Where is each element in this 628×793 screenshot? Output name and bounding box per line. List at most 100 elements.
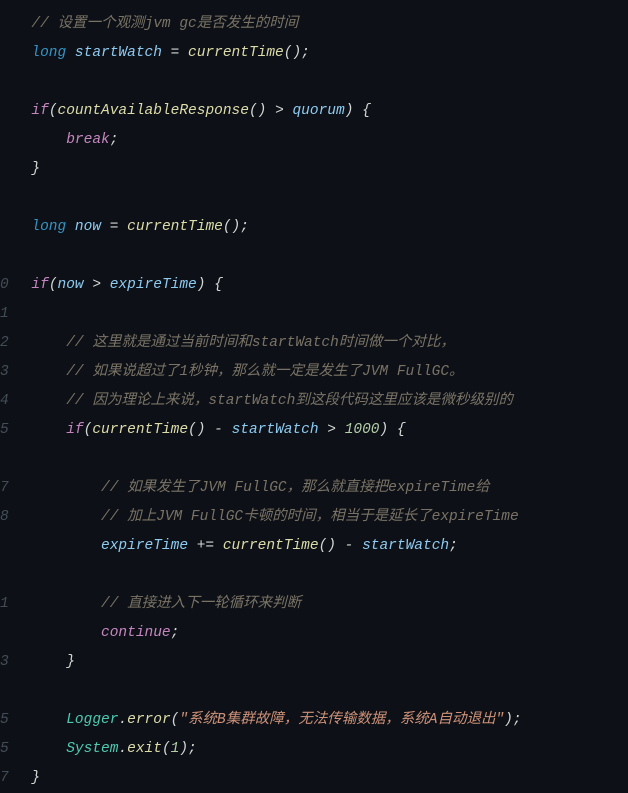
code-line[interactable]: // 因为理论上来说，startWatch到这段代码这里应该是微秒级别的 — [14, 387, 522, 416]
token: continue — [101, 625, 171, 641]
line-number — [0, 97, 8, 126]
token: "系统B集群故障，无法传输数据，系统A自动退出" — [179, 712, 504, 728]
token: currentTime — [223, 538, 319, 554]
token: break — [66, 132, 110, 148]
token: long — [31, 219, 66, 235]
token — [223, 422, 232, 438]
code-area[interactable]: // 设置一个观测jvm gc是否发生的时间 long startWatch =… — [14, 10, 522, 793]
token: startWatch — [362, 538, 449, 554]
code-line[interactable]: // 这里就是通过当前时间和startWatch时间做一个对比， — [14, 329, 522, 358]
token: > — [327, 422, 336, 438]
token — [101, 277, 110, 293]
code-editor[interactable]: 0123457813557 // 设置一个观测jvm gc是否发生的时间 lon… — [0, 0, 628, 793]
line-number: 5 — [0, 735, 8, 764]
token: ( — [49, 277, 58, 293]
line-number — [0, 445, 8, 474]
token: now — [58, 277, 84, 293]
token: ; — [110, 132, 119, 148]
token: startWatch — [75, 45, 162, 61]
line-number — [0, 39, 8, 68]
line-number: 3 — [0, 648, 8, 677]
code-line[interactable]: break; — [14, 126, 522, 155]
token: ) { — [197, 277, 223, 293]
code-line[interactable]: // 加上JVM FullGC卡顿的时间，相当于是延长了expireTime — [14, 503, 522, 532]
line-number — [0, 242, 8, 271]
code-line[interactable] — [14, 445, 522, 474]
token: - — [214, 422, 223, 438]
line-number: 3 — [0, 358, 8, 387]
line-number — [0, 561, 8, 590]
token: // 直接进入下一轮循环来判断 — [101, 596, 301, 612]
code-line[interactable] — [14, 300, 522, 329]
code-line[interactable] — [14, 561, 522, 590]
token: } — [66, 654, 75, 670]
code-line[interactable]: continue; — [14, 619, 522, 648]
token: expireTime — [110, 277, 197, 293]
line-number: 7 — [0, 474, 8, 503]
line-number: 5 — [0, 416, 8, 445]
code-line[interactable]: } — [14, 648, 522, 677]
code-line[interactable]: Logger.error("系统B集群故障，无法传输数据，系统A自动退出"); — [14, 706, 522, 735]
token: += — [197, 538, 214, 554]
code-line[interactable] — [14, 68, 522, 97]
code-line[interactable]: if(now > expireTime) { — [14, 271, 522, 300]
token: currentTime — [188, 45, 284, 61]
token — [66, 45, 75, 61]
token: // 因为理论上来说，startWatch到这段代码这里应该是微秒级别的 — [66, 393, 513, 409]
token: countAvailableResponse — [58, 103, 249, 119]
token — [66, 219, 75, 235]
token — [101, 219, 110, 235]
line-number — [0, 155, 8, 184]
token: ) { — [380, 422, 406, 438]
line-number: 1 — [0, 300, 8, 329]
token: > — [92, 277, 101, 293]
token: startWatch — [232, 422, 319, 438]
code-line[interactable]: System.exit(1); — [14, 735, 522, 764]
code-line[interactable]: long startWatch = currentTime(); — [14, 39, 522, 68]
token: // 加上JVM FullGC卡顿的时间，相当于是延长了expireTime — [101, 509, 519, 525]
token: ; — [171, 625, 180, 641]
token — [319, 422, 328, 438]
code-line[interactable]: // 如果发生了JVM FullGC，那么就直接把expireTime给 — [14, 474, 522, 503]
line-number-gutter: 0123457813557 — [0, 10, 14, 793]
token: if — [31, 277, 48, 293]
line-number — [0, 184, 8, 213]
code-line[interactable]: expireTime += currentTime() - startWatch… — [14, 532, 522, 561]
token: // 如果说超过了1秒钟，那么就一定是发生了JVM FullGC。 — [66, 364, 463, 380]
line-number: 8 — [0, 503, 8, 532]
token — [214, 538, 223, 554]
token: 1000 — [345, 422, 380, 438]
code-line[interactable]: } — [14, 155, 522, 184]
token — [336, 422, 345, 438]
code-line[interactable]: long now = currentTime(); — [14, 213, 522, 242]
token: currentTime — [92, 422, 188, 438]
token: (); — [223, 219, 249, 235]
line-number: 0 — [0, 271, 8, 300]
token: . — [118, 712, 127, 728]
token: () — [319, 538, 345, 554]
token: ); — [504, 712, 521, 728]
code-line[interactable]: // 如果说超过了1秒钟，那么就一定是发生了JVM FullGC。 — [14, 358, 522, 387]
line-number — [0, 126, 8, 155]
token: currentTime — [127, 219, 223, 235]
token: ); — [179, 741, 196, 757]
token: ; — [449, 538, 458, 554]
token: ) { — [345, 103, 371, 119]
code-line[interactable]: if(countAvailableResponse() > quorum) { — [14, 97, 522, 126]
token: () — [188, 422, 214, 438]
code-line[interactable] — [14, 242, 522, 271]
code-line[interactable]: // 设置一个观测jvm gc是否发生的时间 — [14, 10, 522, 39]
code-line[interactable]: if(currentTime() - startWatch > 1000) { — [14, 416, 522, 445]
token — [118, 219, 127, 235]
line-number — [0, 677, 8, 706]
line-number — [0, 213, 8, 242]
code-line[interactable]: // 直接进入下一轮循环来判断 — [14, 590, 522, 619]
token: ( — [162, 741, 171, 757]
token — [188, 538, 197, 554]
token: Logger — [66, 712, 118, 728]
code-line[interactable] — [14, 677, 522, 706]
token: // 如果发生了JVM FullGC，那么就直接把expireTime给 — [101, 480, 490, 496]
token — [353, 538, 362, 554]
code-line[interactable] — [14, 184, 522, 213]
token: System — [66, 741, 118, 757]
